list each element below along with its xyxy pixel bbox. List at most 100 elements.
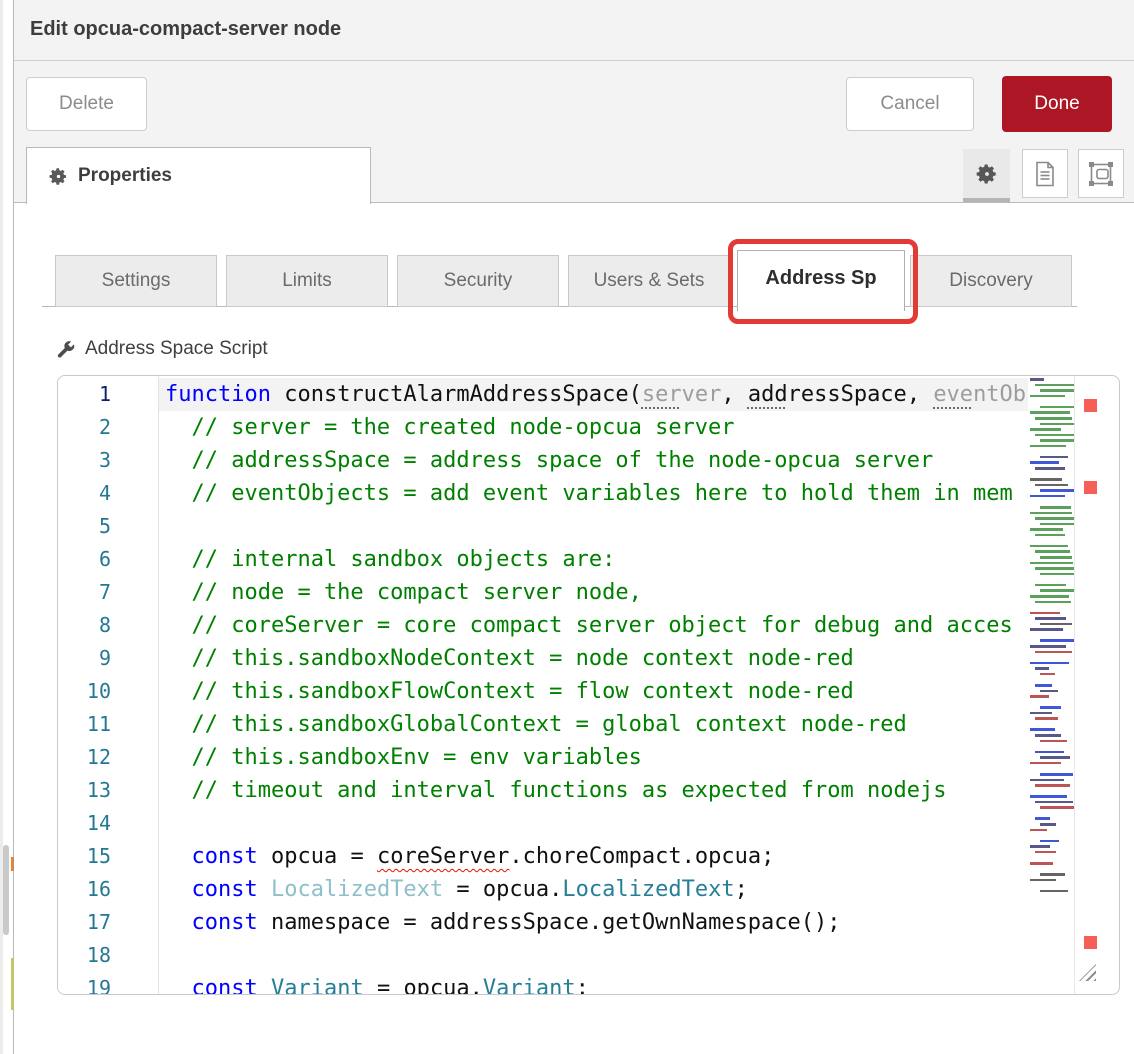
code-line[interactable]: // server = the created node-opcua serve… [159, 411, 1028, 444]
line-number: 19 [58, 972, 111, 995]
code-line[interactable]: const LocalizedText = opcua.LocalizedTex… [159, 873, 1028, 906]
line-number: 4 [58, 477, 111, 510]
minimap-row [1035, 601, 1071, 604]
code-line[interactable]: const opcua = coreServer.choreCompact.op… [159, 840, 1028, 873]
description-icon-button[interactable] [1022, 149, 1068, 198]
minimap-row [1040, 773, 1073, 776]
minimap-row [1040, 890, 1068, 893]
minimap-row [1030, 712, 1052, 715]
minimap-row [1030, 478, 1062, 481]
minimap-row [1040, 423, 1074, 426]
code-editor[interactable]: 12345678910111213141516171819 function c… [57, 375, 1120, 995]
properties-icon-button[interactable] [963, 149, 1010, 198]
code-line[interactable] [159, 807, 1028, 840]
code-line[interactable]: const Variant = opcua.Variant; [159, 972, 1028, 994]
appearance-icon-button[interactable] [1078, 149, 1124, 198]
header-divider [14, 60, 1134, 61]
minimap-row [1040, 673, 1055, 676]
script-label-text: Address Space Script [85, 338, 268, 360]
minimap-row [1040, 873, 1065, 876]
minimap-row [1035, 734, 1061, 737]
editor-minimap[interactable] [1028, 376, 1074, 994]
line-number: 16 [58, 873, 111, 906]
line-number: 8 [58, 609, 111, 642]
code-line[interactable] [159, 510, 1028, 543]
line-number: 11 [58, 708, 111, 741]
code-line[interactable]: // this.sandboxNodeContext = node contex… [159, 642, 1028, 675]
code-line[interactable] [159, 939, 1028, 972]
minimap-row [1040, 639, 1074, 642]
minimap-row [1030, 879, 1056, 882]
minimap-row [1035, 667, 1049, 670]
script-section-label: Address Space Script [55, 338, 268, 360]
gear-icon [976, 163, 998, 185]
minimap-row [1035, 851, 1056, 854]
code-line[interactable]: // this.sandboxEnv = env variables [159, 741, 1028, 774]
cancel-button[interactable]: Cancel [846, 77, 974, 131]
tab-properties[interactable]: Properties [26, 147, 371, 204]
minimap-row [1030, 495, 1065, 498]
minimap-row [1040, 556, 1072, 559]
tab-limits[interactable]: Limits [226, 255, 388, 307]
node-tabs: SettingsLimitsSecurityUsers & Sets Discov… [55, 255, 1081, 307]
minimap-row [1035, 801, 1073, 804]
code-line[interactable]: function constructAlarmAddressSpace(serv… [159, 378, 1028, 411]
error-marker [1084, 936, 1097, 949]
minimap-row [1030, 512, 1072, 515]
tab-users-sets[interactable]: Users & Sets [568, 255, 730, 307]
minimap-row [1035, 784, 1070, 787]
minimap-row [1035, 567, 1074, 570]
minimap-row [1030, 528, 1063, 531]
line-number: 9 [58, 642, 111, 675]
tab-address-space[interactable]: Address Sp [737, 250, 905, 311]
code-line[interactable]: // this.sandboxGlobalContext = global co… [159, 708, 1028, 741]
minimap-row [1040, 690, 1058, 693]
minimap-row [1030, 645, 1066, 648]
code-line[interactable]: // this.sandboxFlowContext = flow contex… [159, 675, 1028, 708]
minimap-row [1030, 612, 1060, 615]
minimap-row [1035, 751, 1064, 754]
dialog-title: Edit opcua-compact-server node [30, 18, 341, 41]
minimap-row [1030, 395, 1065, 398]
minimap-row [1030, 461, 1059, 464]
code-line[interactable]: // eventObjects = add event variables he… [159, 477, 1028, 510]
delete-button[interactable]: Delete [26, 77, 147, 131]
code-line[interactable]: // addressSpace = address space of the n… [159, 444, 1028, 477]
minimap-row [1030, 845, 1050, 848]
line-number: 6 [58, 543, 111, 576]
minimap-row [1040, 523, 1074, 526]
workspace-left-rail [0, 0, 14, 1054]
minimap-row [1035, 717, 1058, 720]
minimap-row [1035, 467, 1065, 470]
line-number: 3 [58, 444, 111, 477]
minimap-row [1030, 862, 1053, 865]
minimap-row [1035, 617, 1066, 620]
editor-resize-handle[interactable] [1079, 964, 1096, 981]
editor-code-area[interactable]: function constructAlarmAddressSpace(serv… [159, 376, 1028, 994]
minimap-row [1040, 389, 1074, 392]
code-line[interactable]: // timeout and interval functions as exp… [159, 774, 1028, 807]
minimap-row [1035, 434, 1074, 437]
minimap-row [1030, 829, 1047, 832]
minimap-row [1040, 840, 1059, 843]
minimap-row [1030, 562, 1073, 565]
tab-settings[interactable]: Settings [55, 255, 217, 307]
workspace-scrollbar-thumb[interactable] [3, 845, 9, 935]
minimap-row [1040, 706, 1061, 709]
done-button[interactable]: Done [1002, 76, 1112, 132]
line-number: 14 [58, 807, 111, 840]
code-line[interactable]: const namespace = addressSpace.getOwnNam… [159, 906, 1028, 939]
code-line[interactable]: // coreServer = core compact server obje… [159, 609, 1028, 642]
minimap-row [1035, 651, 1072, 654]
code-line[interactable]: // node = the compact server node, [159, 576, 1028, 609]
minimap-row [1030, 628, 1063, 631]
minimap-row [1040, 439, 1074, 442]
minimap-row [1035, 817, 1050, 820]
editor-gutter: 12345678910111213141516171819 [58, 376, 158, 994]
minimap-row [1040, 456, 1068, 459]
minimap-row [1030, 411, 1070, 414]
tab-security[interactable]: Security [397, 255, 559, 307]
code-line[interactable]: // internal sandbox objects are: [159, 543, 1028, 576]
minimap-row [1035, 484, 1068, 487]
tab-discovery[interactable]: Discovery [910, 255, 1072, 307]
